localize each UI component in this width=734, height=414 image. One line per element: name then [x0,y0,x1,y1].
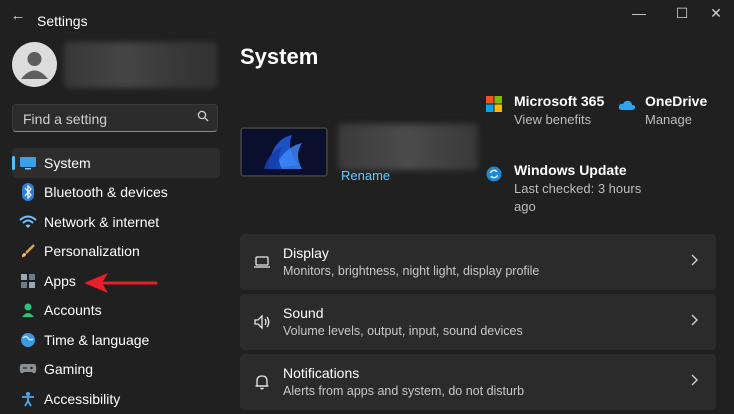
rename-link[interactable]: Rename [341,168,390,183]
app-title: Settings [37,13,88,29]
avatar[interactable] [12,42,57,87]
sidebar-item-label: Gaming [44,361,94,378]
brush-icon [18,241,38,261]
title-bar: ← Settings — ☐ ✕ [0,0,734,40]
windows-update-title[interactable]: Windows Update [514,162,627,178]
sidebar-item-label: Accessibility [44,390,121,407]
card-subtitle: Volume levels, output, input, sound devi… [283,324,523,338]
display-card[interactable]: Display Monitors, brightness, night ligh… [240,234,716,290]
laptop-icon [252,252,272,272]
person-icon [18,300,38,320]
accessibility-icon [18,389,38,409]
search-input[interactable] [21,109,195,129]
speaker-icon [252,312,272,332]
sidebar-item-accessibility[interactable]: Accessibility [12,384,220,414]
chevron-right-icon [690,373,702,389]
desktop-wallpaper-thumbnail [240,127,328,177]
onedrive-title[interactable]: OneDrive [645,93,707,109]
sound-card[interactable]: Sound Volume levels, output, input, soun… [240,294,716,350]
windows-update-subtitle[interactable]: Last checked: 3 hours ago [514,180,644,216]
sidebar-item-time-language[interactable]: Time & language [12,325,220,355]
globe-icon [18,330,38,350]
close-button[interactable]: ✕ [701,0,731,26]
sidebar-item-label: Accounts [44,302,102,319]
monitor-icon [18,153,38,173]
bluetooth-icon [18,182,38,202]
microsoft-logo-icon [486,96,502,112]
search-icon[interactable] [195,110,211,126]
sidebar-item-label: Time & language [44,331,150,348]
onedrive-subtitle[interactable]: Manage [645,111,692,129]
sidebar-item-personalization[interactable]: Personalization [12,237,220,267]
wifi-icon [18,212,38,232]
sidebar-item-system[interactable]: System [12,148,220,178]
card-subtitle: Monitors, brightness, night light, displ… [283,264,540,278]
controller-icon [18,359,38,379]
annotation-arrow-icon [84,273,158,293]
sidebar-item-network[interactable]: Network & internet [12,207,220,237]
sidebar-item-gaming[interactable]: Gaming [12,355,220,385]
sidebar-item-label: Bluetooth & devices [44,184,168,201]
page-title: System [240,44,319,69]
microsoft-365-subtitle[interactable]: View benefits [514,111,591,129]
sidebar-item-label: Personalization [44,243,140,260]
search-box[interactable] [12,104,218,132]
microsoft-365-title[interactable]: Microsoft 365 [514,93,604,109]
person-silhouette-icon [21,52,48,79]
notifications-card[interactable]: Notifications Alerts from apps and syste… [240,354,716,410]
sidebar-item-label: Apps [44,272,76,289]
minimize-button[interactable]: — [624,0,654,26]
card-title: Notifications [283,365,360,381]
bell-icon [252,372,272,392]
cloud-icon [618,98,636,110]
sidebar-item-label: System [44,154,91,171]
card-title: Sound [283,305,324,321]
back-arrow-icon[interactable]: ← [8,6,28,26]
sidebar-item-accounts[interactable]: Accounts [12,296,220,326]
apps-icon [18,271,38,291]
chevron-right-icon [690,253,702,269]
card-subtitle: Alerts from apps and system, do not dist… [283,384,525,398]
chevron-right-icon [690,313,702,329]
card-title: Display [283,245,329,261]
maximize-button[interactable]: ☐ [667,0,697,26]
sidebar-item-label: Network & internet [44,213,160,230]
blurred-account-name [64,42,217,88]
blurred-device-name [338,124,478,170]
sidebar-item-bluetooth[interactable]: Bluetooth & devices [12,178,220,208]
sync-icon [486,166,502,182]
